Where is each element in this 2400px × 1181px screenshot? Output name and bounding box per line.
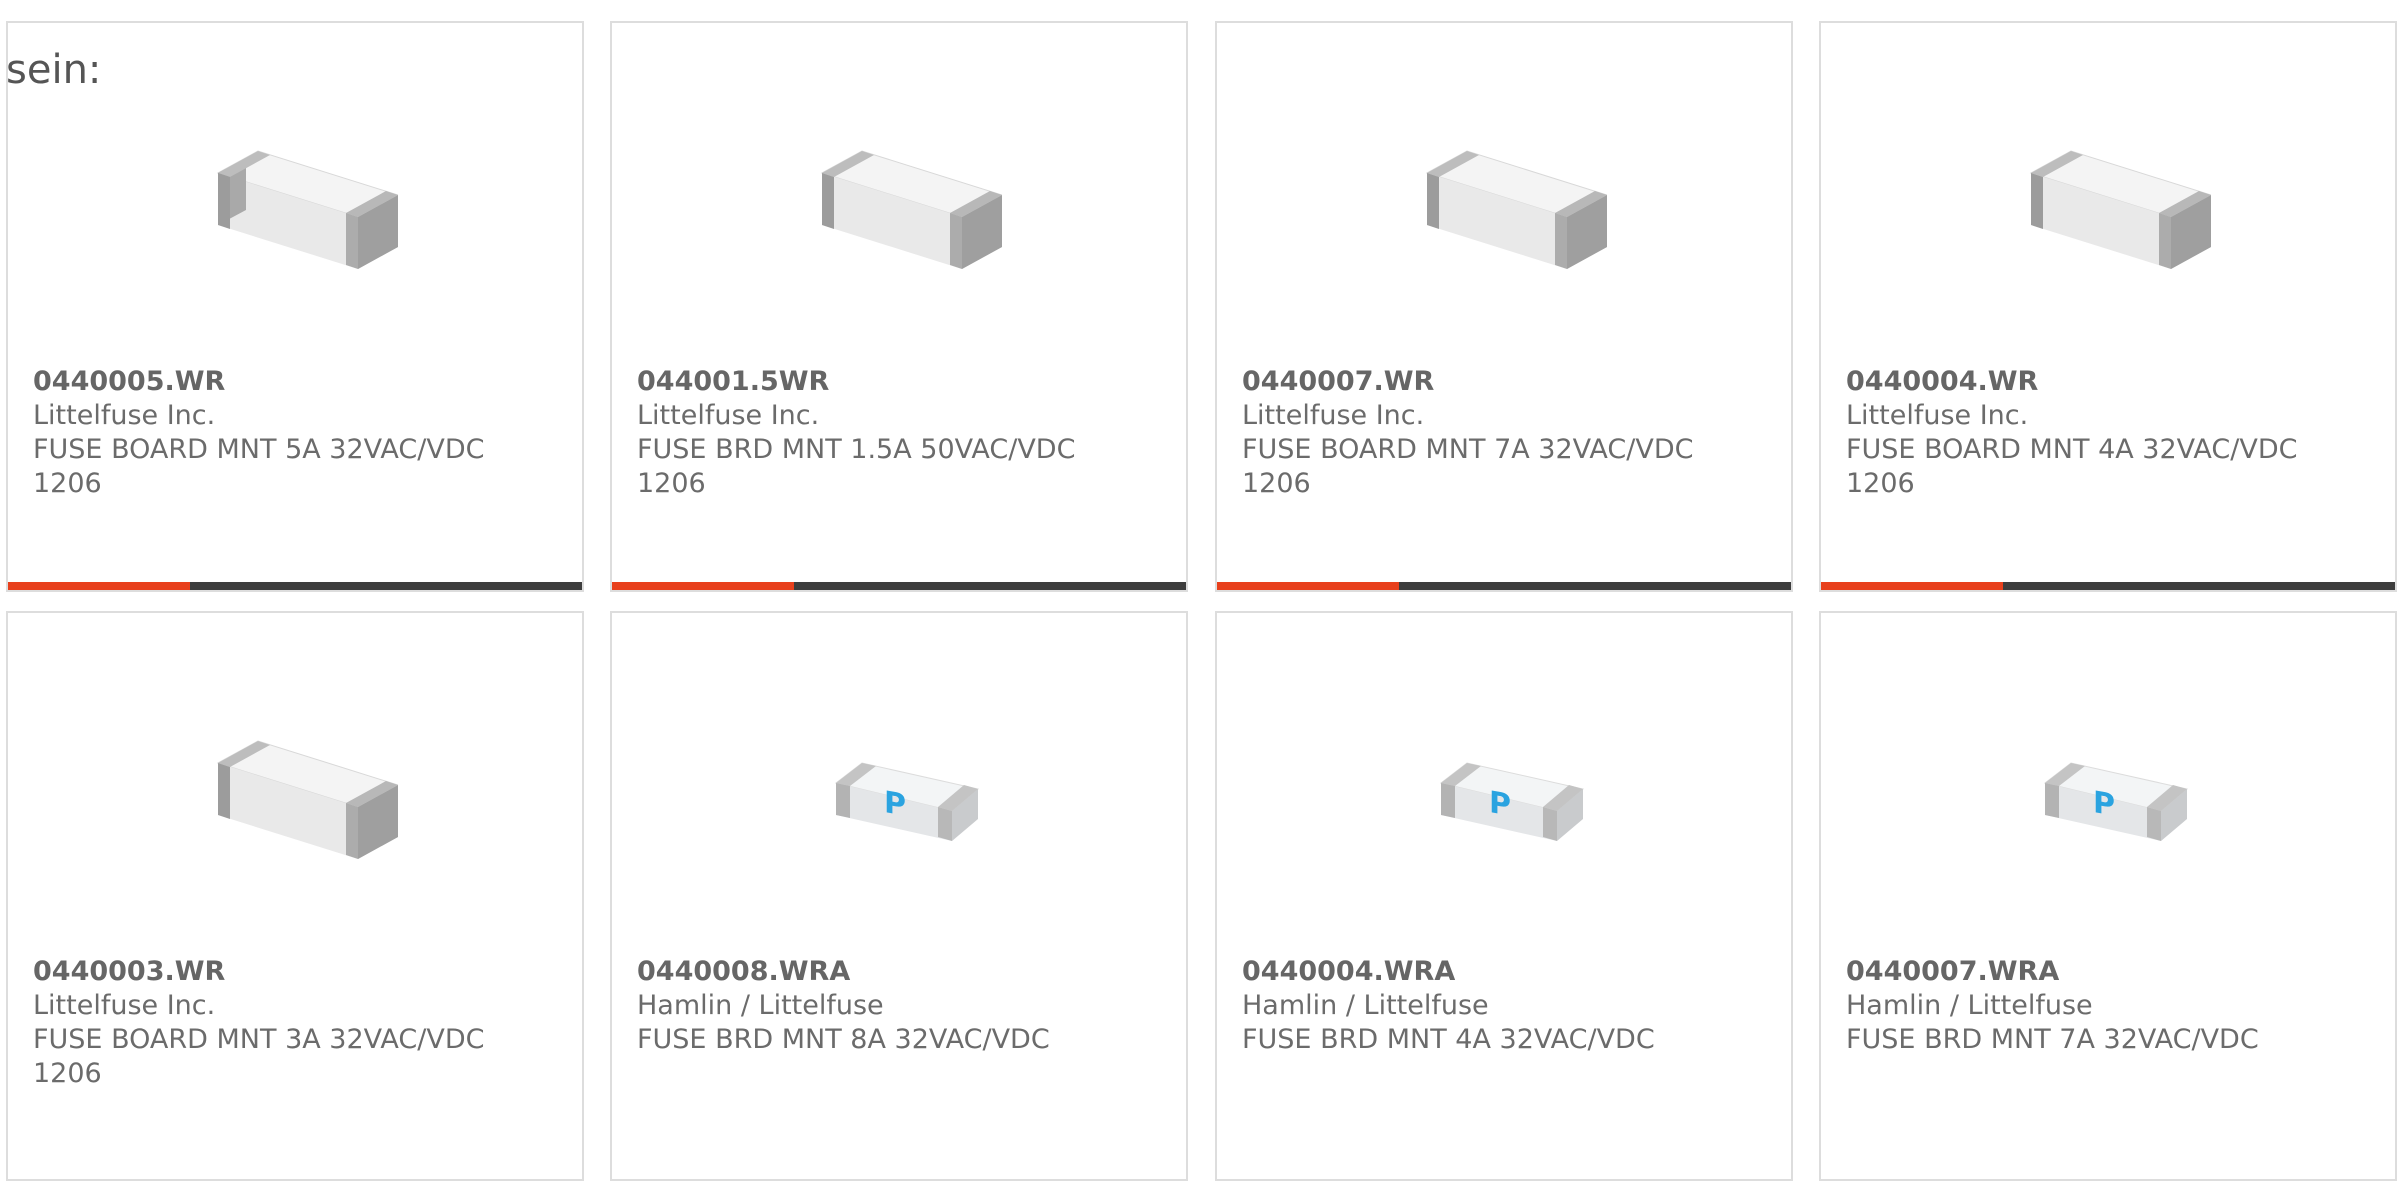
manufacturer: Littelfuse Inc.	[33, 990, 216, 1021]
description: FUSE BOARD MNT 7A 32VAC/VDC	[1242, 434, 1694, 465]
product-card[interactable]: 0440004.WR Littelfuse Inc. FUSE BOARD MN…	[1819, 21, 2397, 592]
package: 1206	[33, 1058, 102, 1089]
product-card[interactable]: 044001.5WR Littelfuse Inc. FUSE BRD MNT …	[610, 21, 1188, 592]
chip-fuse-plain-icon	[1996, 113, 2226, 293]
chip-fuse-plain-icon	[787, 113, 1017, 293]
manufacturer: Littelfuse Inc.	[1846, 400, 2029, 431]
svg-text:P: P	[1489, 785, 1511, 824]
product-card[interactable]: P 0440004.WRA Hamlin / Littelfuse FUSE B…	[1215, 611, 1793, 1181]
card-bar-accent	[612, 582, 794, 590]
package: 1206	[1242, 468, 1311, 499]
chip-fuse-marked-icon: P	[1392, 703, 1622, 883]
svg-text:P: P	[2093, 785, 2115, 824]
chip-fuse-plain-icon	[183, 113, 413, 293]
card-bar-accent	[1821, 582, 2003, 590]
card-bar-accent	[8, 582, 190, 590]
part-number[interactable]: 0440004.WR	[1846, 365, 2375, 399]
description: FUSE BRD MNT 7A 32VAC/VDC	[1846, 1024, 2259, 1055]
package: 1206	[637, 468, 706, 499]
chip-fuse-plain-icon	[1392, 113, 1622, 293]
description: FUSE BOARD MNT 4A 32VAC/VDC	[1846, 434, 2298, 465]
manufacturer: Littelfuse Inc.	[33, 400, 216, 431]
chip-fuse-plain-icon	[183, 703, 413, 883]
product-card[interactable]: P 0440007.WRA Hamlin / Littelfuse FUSE B…	[1819, 611, 2397, 1181]
package: 1206	[33, 468, 102, 499]
card-bar	[612, 582, 1186, 590]
svg-text:P: P	[884, 785, 906, 824]
part-number[interactable]: 0440007.WRA	[1846, 955, 2375, 989]
manufacturer: Hamlin / Littelfuse	[637, 990, 884, 1021]
description: FUSE BRD MNT 8A 32VAC/VDC	[637, 1024, 1050, 1055]
manufacturer: Hamlin / Littelfuse	[1242, 990, 1489, 1021]
product-card[interactable]: P 0440008.WRA Hamlin / Littelfuse FUSE B…	[610, 611, 1188, 1181]
product-card[interactable]: 0440003.WR Littelfuse Inc. FUSE BOARD MN…	[6, 611, 584, 1181]
part-number[interactable]: 044001.5WR	[637, 365, 1166, 399]
part-number[interactable]: 0440007.WR	[1242, 365, 1771, 399]
package: 1206	[1846, 468, 1915, 499]
description: FUSE BRD MNT 1.5A 50VAC/VDC	[637, 434, 1076, 465]
card-bar-accent	[1217, 582, 1399, 590]
manufacturer: Hamlin / Littelfuse	[1846, 990, 2093, 1021]
chip-fuse-marked-icon: P	[787, 703, 1017, 883]
manufacturer: Littelfuse Inc.	[1242, 400, 1425, 431]
part-number[interactable]: 0440004.WRA	[1242, 955, 1771, 989]
manufacturer: Littelfuse Inc.	[637, 400, 820, 431]
description: FUSE BRD MNT 4A 32VAC/VDC	[1242, 1024, 1655, 1055]
product-card[interactable]: 0440007.WR Littelfuse Inc. FUSE BOARD MN…	[1215, 21, 1793, 592]
part-number[interactable]: 0440005.WR	[33, 365, 562, 399]
part-number[interactable]: 0440008.WRA	[637, 955, 1166, 989]
card-bar	[1217, 582, 1791, 590]
description: FUSE BOARD MNT 3A 32VAC/VDC	[33, 1024, 485, 1055]
intro-text: sein:	[6, 47, 102, 93]
card-bar	[1821, 582, 2395, 590]
description: FUSE BOARD MNT 5A 32VAC/VDC	[33, 434, 485, 465]
card-bar	[8, 582, 582, 590]
product-card[interactable]: 0440005.WR Littelfuse Inc. FUSE BOARD MN…	[6, 21, 584, 592]
chip-fuse-marked-icon: P	[1996, 703, 2226, 883]
part-number[interactable]: 0440003.WR	[33, 955, 562, 989]
